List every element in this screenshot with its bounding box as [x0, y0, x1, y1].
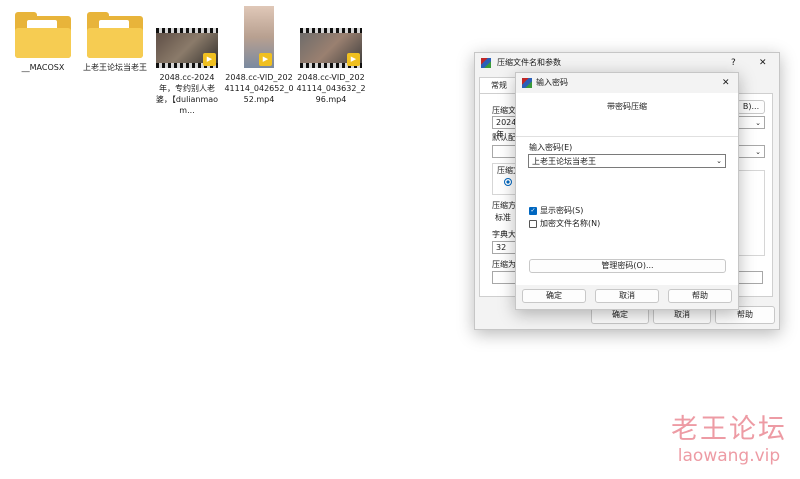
browse-button[interactable]: B)...	[737, 100, 765, 114]
file-label: 2048.cc-2024年，专约别人老婆，【dulianmaom...	[155, 73, 219, 115]
password-value: 上老王论坛当老王	[532, 157, 596, 166]
file-item-video-3[interactable]: ▶ 2048.cc-VID_20241114_043632_296.mp4	[296, 6, 366, 105]
chevron-down-icon: ⌄	[755, 148, 761, 156]
video-thumbnail-icon: ▶	[244, 6, 274, 68]
file-item-video-1[interactable]: ▶ 2048.cc-2024年，专约别人老婆，【dulianmaom...	[152, 6, 222, 116]
profile-dropdown[interactable]	[492, 145, 516, 158]
file-item-macosx[interactable]: __MACOSX	[8, 6, 78, 73]
watermark-url: laowang.vip	[677, 446, 781, 466]
password-ok-button[interactable]: 确定	[522, 289, 586, 303]
folder-icon	[15, 12, 71, 58]
archive-dialog-titlebar[interactable]: 压缩文件名和参数 ? ✕	[475, 53, 779, 73]
winrar-icon	[481, 58, 491, 68]
play-badge-icon: ▶	[259, 53, 272, 66]
split-label: 压缩为	[492, 260, 516, 269]
encrypt-names-checkbox-icon[interactable]	[529, 220, 537, 228]
folder-icon	[87, 12, 143, 58]
password-heading: 带密码压缩	[607, 102, 647, 111]
close-icon[interactable]: ✕	[722, 73, 730, 93]
chevron-down-icon: ⌄	[755, 119, 761, 127]
heading-divider	[516, 136, 738, 137]
password-dialog: 输入密码 ✕ 带密码压缩 输入密码(E) 上老王论坛当老王 ⌄ ✓ 显示密码(S…	[515, 72, 739, 310]
password-cancel-button[interactable]: 取消	[595, 289, 659, 303]
options-group	[737, 170, 765, 256]
chevron-down-icon[interactable]: ⌄	[716, 155, 722, 168]
close-icon[interactable]: ✕	[759, 53, 767, 73]
update-mode-dropdown-tail[interactable]: ⌄	[737, 145, 765, 158]
password-help-button[interactable]: 帮助	[668, 289, 732, 303]
file-label: __MACOSX	[21, 63, 65, 72]
file-label: 上老王论坛当老王	[83, 63, 147, 72]
show-password-label[interactable]: 显示密码(S)	[540, 206, 583, 216]
archive-name-label: 压缩文	[492, 106, 516, 115]
manage-passwords-button[interactable]: 管理密码(O)...	[529, 259, 726, 273]
split-field[interactable]	[492, 271, 516, 284]
file-item-video-2[interactable]: ▶ 2048.cc-VID_20241114_042652_052.mp4	[224, 6, 294, 105]
password-dialog-titlebar[interactable]: 输入密码 ✕	[516, 73, 738, 93]
video-thumbnail-icon: ▶	[300, 28, 362, 68]
file-item-folder-laowang[interactable]: 上老王论坛当老王	[80, 6, 150, 73]
winrar-icon	[522, 78, 532, 88]
method-label: 压缩方	[492, 201, 516, 210]
watermark: 老王论坛 laowang.vip	[662, 414, 796, 466]
split-unit-field[interactable]	[737, 271, 763, 284]
archive-dialog-title: 压缩文件名和参数	[497, 58, 561, 67]
default-profile-label: 默认配	[492, 133, 516, 142]
password-dialog-title: 输入密码	[536, 78, 568, 87]
password-input[interactable]: 上老王论坛当老王 ⌄	[528, 154, 726, 168]
encrypt-names-label[interactable]: 加密文件名称(N)	[540, 219, 600, 229]
dictionary-label: 字典大	[492, 230, 516, 239]
file-label: 2048.cc-VID_20241114_042652_052.mp4	[224, 73, 294, 104]
play-badge-icon: ▶	[347, 53, 360, 66]
show-password-checkbox-icon[interactable]: ✓	[529, 207, 537, 215]
radio-rar-icon[interactable]	[504, 178, 512, 186]
dictionary-field[interactable]: 32	[492, 241, 516, 254]
archive-name-dropdown-tail[interactable]: ⌄	[737, 116, 765, 129]
help-icon[interactable]: ?	[731, 53, 736, 73]
method-value[interactable]: 标准	[495, 213, 511, 223]
desktop: __MACOSX 上老王论坛当老王 ▶ 2048.cc-2024年，专约别人老婆…	[0, 0, 400, 130]
password-panel	[516, 93, 738, 285]
file-label: 2048.cc-VID_20241114_043632_296.mp4	[296, 73, 366, 104]
video-thumbnail-icon: ▶	[156, 28, 218, 68]
tab-general[interactable]: 常规	[479, 77, 519, 94]
play-badge-icon: ▶	[203, 53, 216, 66]
enter-password-label: 输入密码(E)	[529, 143, 573, 152]
watermark-title: 老王论坛	[671, 414, 787, 445]
archive-name-field[interactable]: 2024年	[492, 116, 516, 139]
